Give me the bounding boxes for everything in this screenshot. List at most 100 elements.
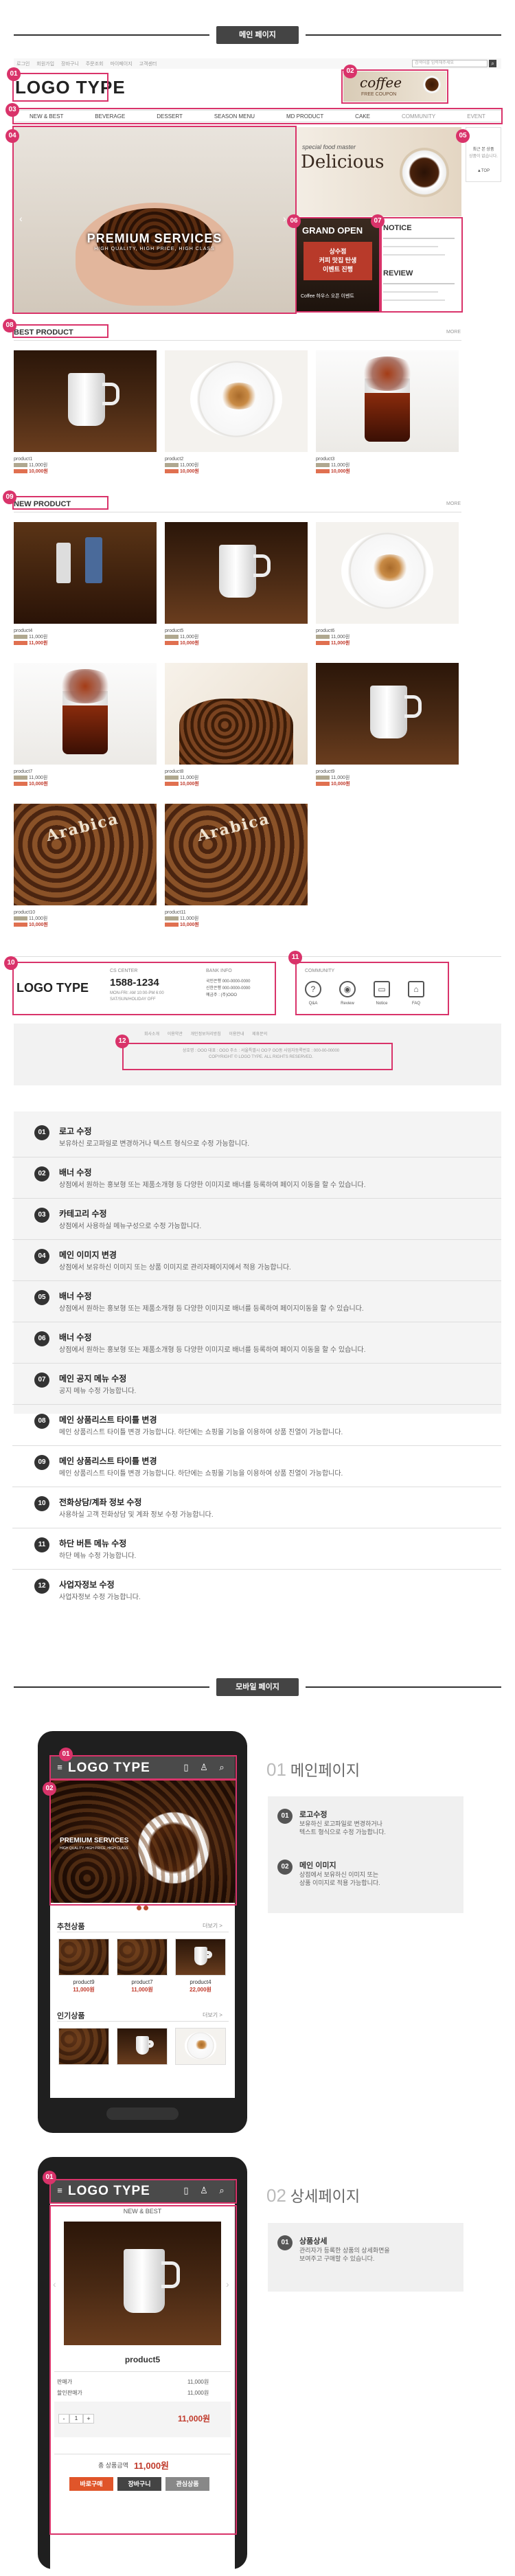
- search-icon[interactable]: ⌕: [489, 60, 496, 67]
- notice-title[interactable]: NOTICE: [383, 224, 412, 232]
- pop-thumb-2[interactable]: [117, 2028, 168, 2065]
- grand-open-title: GRAND OPEN: [302, 225, 363, 236]
- new-item-6[interactable]: product9 11,000원 10,000원: [316, 769, 350, 787]
- new-product-image-1[interactable]: [14, 522, 157, 624]
- best-product-image-3[interactable]: [316, 350, 459, 452]
- grand-open-banner[interactable]: GRAND OPEN 상수점 커피 맛집 탄생 이벤트 진행 Coffee 하우…: [297, 218, 379, 311]
- rec-thumb-1[interactable]: [58, 1939, 109, 1976]
- new-item-5[interactable]: product8 11,000원 10,000원: [165, 769, 199, 787]
- nav-new-best[interactable]: NEW & BEST: [30, 113, 63, 120]
- best-more-link[interactable]: MORE: [446, 330, 461, 335]
- best-item-2[interactable]: product2 11,000원 10,000원: [165, 456, 199, 475]
- nav-season-menu[interactable]: SEASON MENU: [214, 113, 255, 120]
- new-item-8[interactable]: product11 11,000원 10,000원: [165, 909, 199, 928]
- top-links[interactable]: 로그인 회원가입 장바구니 주문조회 마이페이지 고객센터: [16, 60, 157, 67]
- rec-item-1[interactable]: product9 11,000원: [58, 1978, 109, 1993]
- menu-icon[interactable]: ≡: [54, 1762, 65, 1773]
- annotation-divider: [12, 1198, 501, 1199]
- new-item-4[interactable]: product7 11,000원 10,000원: [14, 769, 48, 787]
- banner-title: coffee: [360, 74, 402, 91]
- annotation-number: 04: [34, 1249, 49, 1264]
- camera-icon[interactable]: ◉: [339, 981, 356, 997]
- new-product-image-7[interactable]: Arabica: [14, 804, 157, 905]
- nav-cake[interactable]: CAKE: [355, 113, 370, 120]
- new-product-image-4[interactable]: [14, 663, 157, 765]
- search-icon[interactable]: ⌕: [216, 1762, 227, 1773]
- annotation-title: 로고 수정: [59, 1127, 92, 1136]
- review-title[interactable]: REVIEW: [383, 269, 413, 278]
- rec-item-2[interactable]: product7 11,000원: [117, 1978, 168, 1993]
- new-item-1[interactable]: product4 11,000원 11,000원: [14, 628, 47, 646]
- notice-icon[interactable]: ▭: [374, 981, 390, 997]
- pop-thumb-3[interactable]: [175, 2028, 226, 2065]
- new-product-image-2[interactable]: [165, 522, 308, 624]
- search-icon[interactable]: ⌕: [216, 2185, 227, 2196]
- notice-line: [383, 238, 455, 239]
- add-to-cart-button[interactable]: 장바구니: [117, 2477, 161, 2491]
- nav-beverage[interactable]: BEVERAGE: [95, 113, 125, 120]
- qty-input[interactable]: 1: [69, 2414, 83, 2424]
- qna-icon[interactable]: ?: [305, 981, 321, 997]
- new-product-image-3[interactable]: [316, 522, 459, 624]
- annotation-title: 메인 상품리스트 타이틀 변경: [59, 1415, 157, 1425]
- mobile-logo[interactable]: LOGO TYPE: [68, 1761, 150, 1776]
- top-banner[interactable]: coffee FREE COUPON: [343, 71, 446, 102]
- new-product-image-8[interactable]: Arabica: [165, 804, 308, 905]
- best-product-image-2[interactable]: [165, 350, 308, 452]
- note-title: 로고수정: [299, 1811, 328, 1819]
- user-icon[interactable]: ♙: [198, 1762, 209, 1773]
- top-button[interactable]: ▲TOP: [466, 169, 501, 173]
- slide-dot[interactable]: [144, 1906, 148, 1910]
- category-title: NEW & BEST: [123, 2208, 162, 2215]
- new-product-image-5[interactable]: [165, 663, 308, 765]
- heading-text: 상세페이지: [290, 2188, 360, 2205]
- next-arrow-icon[interactable]: ›: [283, 213, 286, 224]
- menu-icon[interactable]: ≡: [54, 2185, 65, 2196]
- cart-icon[interactable]: ▯: [181, 1762, 192, 1773]
- mobile-logo[interactable]: LOGO TYPE: [68, 2184, 150, 2199]
- price-label: 판매가: [57, 2379, 73, 2385]
- nav-dessert[interactable]: DESSERT: [157, 113, 183, 120]
- search-input[interactable]: 검색어를 입력해주세요: [412, 60, 488, 67]
- next-arrow-icon[interactable]: ›: [226, 2279, 229, 2290]
- rec-item-3[interactable]: product4 22,000원: [175, 1978, 226, 1993]
- best-item-1[interactable]: product1 11,000원 10,000원: [14, 456, 48, 475]
- nav-community[interactable]: COMMUNITY: [402, 113, 435, 120]
- cart-icon[interactable]: ▯: [181, 2185, 192, 2196]
- new-item-7[interactable]: product10 11,000원 10,000원: [14, 909, 48, 928]
- hero-image[interactable]: PREMIUM SERVICES HIGH QUALITY, HIGH PRIC…: [14, 127, 295, 313]
- prev-arrow-icon[interactable]: ‹: [19, 213, 23, 224]
- annotation-number: 11: [34, 1537, 49, 1552]
- slide-dot[interactable]: [137, 1906, 141, 1910]
- new-item-2[interactable]: product5 11,000원 10,000원: [165, 628, 199, 646]
- prev-arrow-icon[interactable]: ‹: [53, 2279, 56, 2290]
- rec-more-link[interactable]: 더보기 >: [203, 1922, 222, 1930]
- new-more-link[interactable]: MORE: [446, 501, 461, 506]
- nav-event[interactable]: EVENT: [467, 113, 485, 120]
- note-desc: 상점에서 보유하신 이미지 또는 상품 이미지로 적용 가능합니다.: [299, 1871, 380, 1886]
- nav-md-product[interactable]: MD PRODUCT: [286, 113, 323, 120]
- pop-thumb-1[interactable]: [58, 2028, 109, 2065]
- new-item-3[interactable]: product6 11,000원 11,000원: [316, 628, 350, 646]
- annotation-divider: [12, 1445, 501, 1446]
- home-button[interactable]: [106, 2108, 179, 2120]
- best-item-3[interactable]: product3 11,000원 10,000원: [316, 456, 350, 475]
- note-number: 02: [277, 1860, 293, 1875]
- qty-minus-button[interactable]: -: [58, 2414, 69, 2424]
- rec-thumb-3[interactable]: [175, 1939, 226, 1976]
- new-product-image-6[interactable]: [316, 663, 459, 765]
- best-product-image-1[interactable]: [14, 350, 157, 452]
- cart-icon[interactable]: ⌂: [408, 981, 424, 997]
- user-icon[interactable]: ♙: [198, 2185, 209, 2196]
- pop-more-link[interactable]: 더보기 >: [203, 2011, 222, 2019]
- product-image[interactable]: [64, 2222, 221, 2345]
- site-logo[interactable]: LOGO TYPE: [15, 77, 126, 98]
- wishlist-button[interactable]: 관심상품: [165, 2477, 209, 2491]
- annotation-desc: 상점에서 사용하실 메뉴구성으로 수정 가능합니다.: [59, 1223, 202, 1230]
- qty-plus-button[interactable]: +: [83, 2414, 94, 2424]
- rec-thumb-2[interactable]: [117, 1939, 168, 1976]
- promo-banner[interactable]: special food master Delicious: [297, 127, 461, 216]
- footer-links[interactable]: 회사소개 이용약관 개인정보처리방침 이용안내 제휴문의: [144, 1030, 267, 1037]
- mobile-hero[interactable]: PREMIUM SERVICES HIGH QUALITY, HIGH PRIC…: [50, 1779, 235, 1903]
- buy-now-button[interactable]: 바로구매: [69, 2477, 113, 2491]
